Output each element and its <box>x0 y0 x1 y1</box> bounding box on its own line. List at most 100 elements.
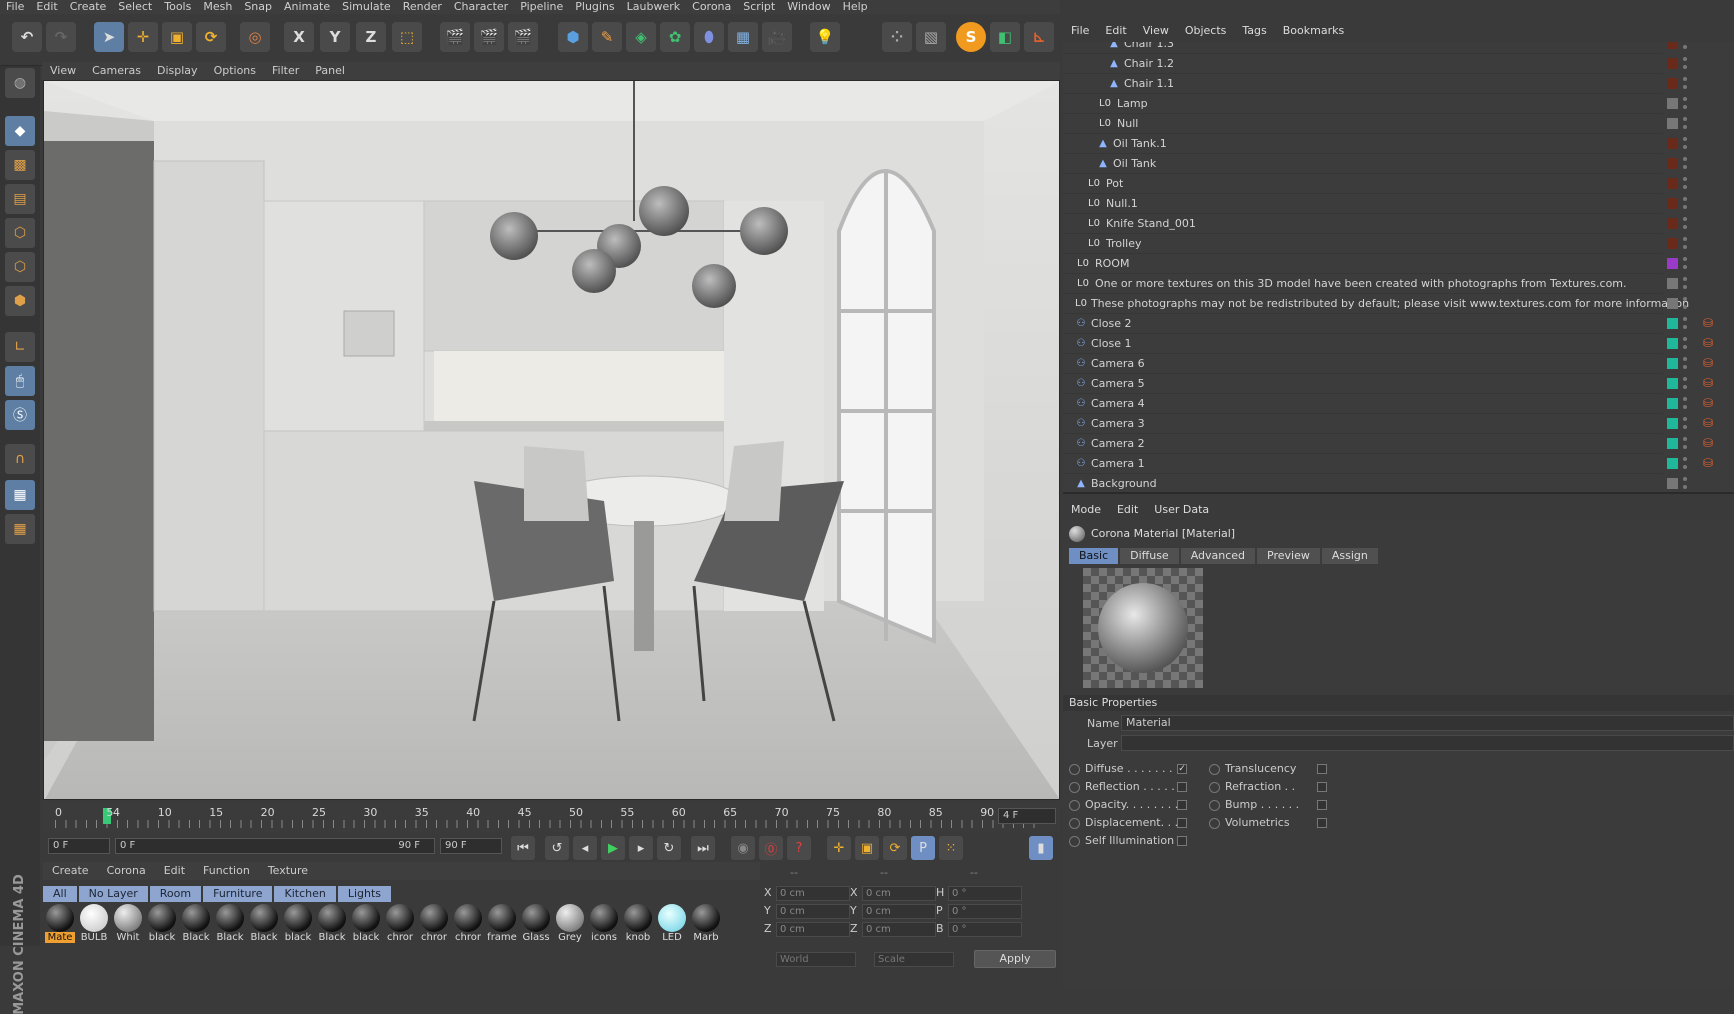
layer-color-swatch[interactable] <box>1667 338 1678 349</box>
viewport-menu-panel[interactable]: Panel <box>307 62 353 80</box>
texture-mode-icon[interactable]: ▩ <box>5 150 35 180</box>
visibility-dots[interactable] <box>1683 377 1687 389</box>
property-radio[interactable] <box>1209 782 1220 793</box>
material-swatch[interactable]: black <box>147 904 177 948</box>
property-radio[interactable] <box>1209 818 1220 829</box>
camera-tag-icon[interactable]: ⛁ <box>1703 336 1713 350</box>
attribute-menu-user-data[interactable]: User Data <box>1146 500 1217 520</box>
scale-dropdown[interactable]: Scale <box>874 952 954 967</box>
menu-snap[interactable]: Snap <box>238 0 278 14</box>
menu-corona[interactable]: Corona <box>686 0 737 14</box>
points-mode-icon[interactable]: ⬡ <box>5 218 35 248</box>
object-row[interactable]: L0 Lamp <box>1063 94 1663 114</box>
object-menu-view[interactable]: View <box>1135 20 1177 42</box>
property-radio[interactable] <box>1069 782 1080 793</box>
layer-color-swatch[interactable] <box>1667 58 1678 69</box>
axis-x-button[interactable]: X <box>284 22 314 52</box>
object-row[interactable]: ⚇ Camera 5 <box>1063 374 1663 394</box>
visibility-dots[interactable] <box>1683 437 1687 449</box>
solo-icon[interactable]: Ⓢ <box>5 400 35 430</box>
property-radio[interactable] <box>1069 764 1080 775</box>
coord-field[interactable]: 0 cm <box>862 886 936 901</box>
coord-field[interactable]: 0 cm <box>862 904 936 919</box>
name-field[interactable]: Material <box>1121 715 1734 731</box>
world-dropdown[interactable]: World <box>776 952 856 967</box>
layer-color-swatch[interactable] <box>1667 158 1678 169</box>
object-row[interactable]: L0 ROOM <box>1063 254 1663 274</box>
material-menu-function[interactable]: Function <box>194 862 259 880</box>
menu-help[interactable]: Help <box>837 0 874 14</box>
camera-icon[interactable]: 🎥 <box>762 22 792 52</box>
live-select-icon[interactable]: ◎ <box>240 22 270 52</box>
undo-icon[interactable]: ↶ <box>12 22 42 52</box>
material-preview[interactable] <box>1083 568 1203 688</box>
property-checkbox[interactable] <box>1317 764 1327 774</box>
layer-color-swatch[interactable] <box>1667 118 1678 129</box>
end-frame-field[interactable]: 90 F <box>440 838 502 854</box>
keyframe-selection-icon[interactable]: ? <box>787 836 811 860</box>
material-swatch[interactable]: black <box>283 904 313 948</box>
current-frame-field[interactable]: 4 F <box>998 808 1056 824</box>
viewport-menu-cameras[interactable]: Cameras <box>84 62 149 80</box>
layer-color-swatch[interactable] <box>1667 98 1678 109</box>
object-row[interactable]: ⚇ Close 2 <box>1063 314 1663 334</box>
go-to-start-icon[interactable]: ⏮ <box>511 836 535 860</box>
object-row[interactable]: L0 Trolley <box>1063 234 1663 254</box>
material-swatch[interactable]: Mate <box>45 904 75 948</box>
material-tab[interactable]: Lights <box>337 886 392 902</box>
property-checkbox[interactable]: ✓ <box>1177 764 1187 774</box>
autokey-icon[interactable]: ⓪ <box>759 836 783 860</box>
menu-script[interactable]: Script <box>737 0 781 14</box>
cube-icon[interactable]: ⬢ <box>558 22 588 52</box>
visibility-dots[interactable] <box>1683 197 1687 209</box>
layer-color-swatch[interactable] <box>1667 478 1678 489</box>
object-menu-bookmarks[interactable]: Bookmarks <box>1275 20 1352 42</box>
camera-tag-icon[interactable]: ⛁ <box>1703 376 1713 390</box>
object-row[interactable]: L0 Knife Stand_001 <box>1063 214 1663 234</box>
material-swatch[interactable]: Grey <box>555 904 585 948</box>
menu-pipeline[interactable]: Pipeline <box>514 0 569 14</box>
camera-tag-icon[interactable]: ⛁ <box>1703 416 1713 430</box>
coord-field[interactable]: 0 ° <box>948 886 1022 901</box>
visibility-dots[interactable] <box>1683 42 1687 49</box>
visibility-dots[interactable] <box>1683 57 1687 69</box>
camera-tag-icon[interactable]: ⛁ <box>1703 356 1713 370</box>
workplane-mode-icon[interactable]: ▤ <box>5 184 35 214</box>
redo-icon[interactable]: ↷ <box>46 22 76 52</box>
visibility-dots[interactable] <box>1683 317 1687 329</box>
visibility-dots[interactable] <box>1683 77 1687 89</box>
property-checkbox[interactable] <box>1177 836 1187 846</box>
material-swatch[interactable]: Black <box>249 904 279 948</box>
property-radio[interactable] <box>1209 764 1220 775</box>
render-picture-viewer-icon[interactable]: 🎬 <box>474 22 504 52</box>
key-parameter-icon[interactable]: P <box>911 836 935 860</box>
attribute-tab-advanced[interactable]: Advanced <box>1180 548 1256 564</box>
layer-color-swatch[interactable] <box>1667 358 1678 369</box>
key-position-icon[interactable]: ✛ <box>827 836 851 860</box>
menu-select[interactable]: Select <box>112 0 158 14</box>
key-pla-icon[interactable]: ⁙ <box>939 836 963 860</box>
layer-color-swatch[interactable] <box>1667 298 1678 309</box>
next-frame-icon[interactable]: ▸ <box>629 836 653 860</box>
menu-create[interactable]: Create <box>64 0 113 14</box>
material-swatch[interactable]: frame <box>487 904 517 948</box>
material-tab[interactable]: Kitchen <box>274 886 336 902</box>
visibility-dots[interactable] <box>1683 297 1687 309</box>
axis-y-button[interactable]: Y <box>320 22 350 52</box>
material-swatch[interactable]: Black <box>215 904 245 948</box>
coord-field[interactable]: 0 ° <box>948 922 1022 937</box>
visibility-dots[interactable] <box>1683 97 1687 109</box>
visibility-dots[interactable] <box>1683 397 1687 409</box>
object-row[interactable]: L0 These photographs may not be redistrib… <box>1063 294 1689 314</box>
layer-color-swatch[interactable] <box>1667 138 1678 149</box>
object-row[interactable]: L0 Pot <box>1063 174 1663 194</box>
pen-icon[interactable]: ✎ <box>592 22 622 52</box>
property-radio[interactable] <box>1209 800 1220 811</box>
visibility-dots[interactable] <box>1683 117 1687 129</box>
property-checkbox[interactable] <box>1317 782 1327 792</box>
menu-laubwerk[interactable]: Laubwerk <box>621 0 686 14</box>
object-row[interactable]: ⚇ Close 1 <box>1063 334 1663 354</box>
visibility-dots[interactable] <box>1683 137 1687 149</box>
camera-tag-icon[interactable]: ⛁ <box>1703 396 1713 410</box>
attribute-menu-edit[interactable]: Edit <box>1109 500 1146 520</box>
